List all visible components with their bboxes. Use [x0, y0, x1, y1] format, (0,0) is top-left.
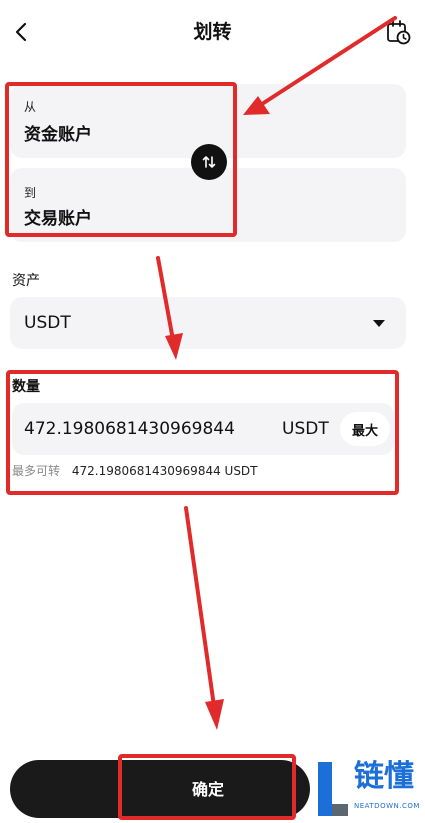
amount-value: 472.1980681430969844 [24, 419, 235, 439]
asset-label: 资产 [12, 273, 40, 289]
swap-arrows-icon [202, 156, 216, 168]
available-value: 472.1980681430969844 USDT [71, 464, 258, 478]
asset-select[interactable]: USDT [10, 297, 406, 349]
to-account-value: 交易账户 [24, 209, 92, 229]
header: 划转 [0, 0, 425, 64]
amount-input[interactable]: 472.1980681430969844 USDT 最大 [12, 403, 394, 455]
calendar-clock-icon [387, 20, 411, 45]
neatdown-logo-icon [318, 762, 348, 816]
amount-unit: USDT [282, 419, 329, 439]
confirm-button[interactable]: 确定 [120, 756, 296, 820]
swap-accounts-button[interactable] [191, 144, 227, 180]
watermark-text: 链懂 [354, 759, 414, 794]
max-button[interactable]: 最大 [340, 412, 390, 446]
from-label: 从 [24, 100, 37, 114]
asset-selected-value: USDT [24, 313, 71, 333]
arrow-to-confirm [184, 506, 224, 730]
amount-label: 数量 [12, 379, 40, 395]
page-title: 划转 [193, 21, 232, 43]
watermark-subtext: NEATDOWN.COM [354, 802, 420, 810]
caret-down-icon[interactable] [373, 320, 385, 327]
history-button[interactable] [384, 18, 412, 46]
available-label: 最多可转 [12, 464, 61, 478]
watermark: 链懂 NEATDOWN.COM [312, 750, 425, 823]
to-label: 到 [24, 186, 37, 200]
from-account-value: 资金账户 [24, 125, 92, 145]
available-amount: 最多可转 472.1980681430969844 USDT [12, 462, 258, 479]
